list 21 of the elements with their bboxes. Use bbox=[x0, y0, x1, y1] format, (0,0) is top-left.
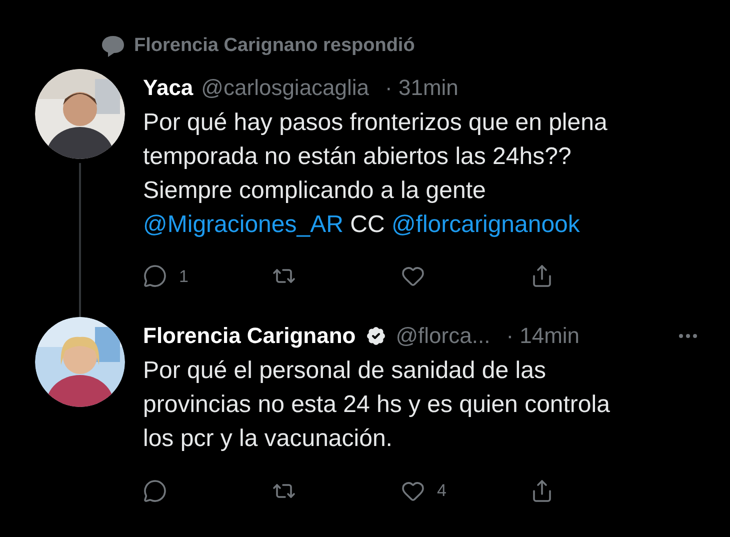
mention-link[interactable]: @florcarignanook bbox=[391, 210, 580, 238]
author-name[interactable]: Florencia Carignano bbox=[143, 319, 356, 352]
speech-bubble-icon bbox=[143, 478, 167, 503]
tweet-text: Por qué hay pasos fronterizos que en plena temporada no están abiertos las 24hs?? Siempre complicando a la gente @Migraciones_AR CC @florcarignanook bbox=[143, 108, 608, 240]
count: 4 bbox=[437, 480, 446, 502]
author-name[interactable]: Yaca bbox=[143, 70, 194, 104]
tweet-text: Por qué el personal de sanidad de las provincias no esta 24 hs y es quien controla los pcr y la vacunación. bbox=[143, 356, 611, 454]
heart-icon bbox=[401, 264, 425, 288]
timestamp[interactable]: · 14min bbox=[506, 319, 580, 352]
speech-bubble-icon bbox=[100, 34, 126, 58]
speech-bubble-icon bbox=[143, 264, 167, 288]
count: 1 bbox=[179, 266, 188, 288]
reply-button[interactable]: 1 bbox=[143, 264, 233, 289]
share-icon bbox=[530, 478, 554, 503]
timestamp[interactable]: · 31min bbox=[385, 70, 458, 104]
handle[interactable]: @florca... bbox=[396, 319, 490, 352]
handle[interactable]: @carlosgiacaglia bbox=[201, 70, 370, 104]
share-icon bbox=[530, 264, 554, 288]
reply-context: Florencia Carignano respondió bbox=[134, 34, 415, 58]
mention-link[interactable]: @Migraciones_AR bbox=[143, 210, 344, 238]
like-button[interactable]: 4 bbox=[401, 478, 491, 504]
